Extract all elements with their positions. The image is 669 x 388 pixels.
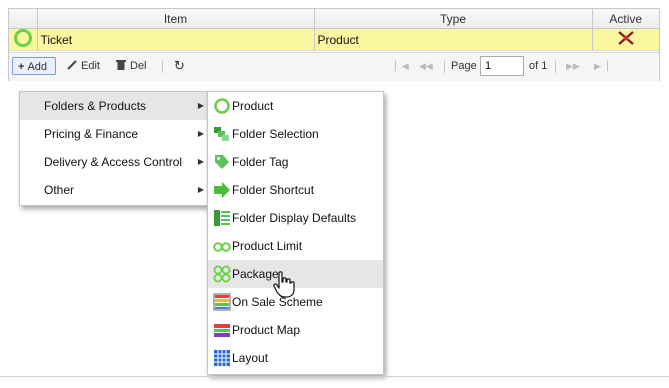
pager-divider (444, 60, 445, 73)
submenu-item-product-map[interactable]: Product Map (208, 316, 383, 344)
column-header-active[interactable]: Active (592, 9, 659, 29)
menu-item-pricing-finance[interactable]: Pricing & Finance ▶ (20, 120, 210, 148)
menu-item-label: Folders & Products (44, 99, 147, 113)
refresh-icon: ↻ (174, 58, 185, 73)
add-button[interactable]: + Add (12, 57, 56, 75)
menu-item-label: Other (44, 183, 75, 197)
submenu-item-label: Product Limit (232, 239, 303, 253)
item-cell[interactable]: Ticket (37, 28, 315, 51)
menu-item-label: Pricing & Finance (44, 127, 139, 141)
add-button-label: Add (27, 61, 48, 73)
arrow-right-icon (214, 182, 230, 198)
menu-item-folders-products[interactable]: Folders & Products ▶ (20, 92, 210, 120)
layout-grid-icon (214, 350, 230, 366)
menu-item-delivery-access[interactable]: Delivery & Access Control ▶ (20, 148, 210, 176)
pager-divider (555, 60, 556, 73)
submenu-item-label: Product Map (232, 323, 301, 337)
submenu-item-label: Package (232, 267, 279, 281)
pencil-icon (67, 60, 77, 70)
select-column-header[interactable] (9, 9, 38, 29)
submenu-item-folder-selection[interactable]: Folder Selection (208, 120, 383, 148)
last-page-icon[interactable]: ▶▕ (594, 57, 608, 75)
submenu-item-layout[interactable]: Layout (208, 344, 383, 372)
refresh-button[interactable]: ↻ (174, 57, 185, 75)
prev-page-icon[interactable]: ◀◀ (419, 57, 433, 75)
submenu-item-folder-display-defaults[interactable]: Folder Display Defaults (208, 204, 383, 232)
edit-button[interactable]: Edit (67, 57, 100, 75)
items-grid: Item Type Active Ticket Product + Add Ed… (8, 8, 660, 81)
submenu-arrow-icon: ▶ (197, 129, 204, 138)
row-status-cell[interactable] (9, 28, 38, 51)
submenu-item-folder-shortcut[interactable]: Folder Shortcut (208, 176, 383, 204)
folders-products-submenu: Product Folder Selection Folder Tag Fold… (207, 91, 384, 375)
grid-toolbar: +Add Edit Del ↻ ▏◀ ◀◀ Page of 1 ▶▶ ▶▕ (9, 52, 659, 81)
submenu-arrow-icon: ▶ (197, 157, 204, 166)
trash-icon (116, 60, 126, 70)
submenu-arrow-icon: ▶ (197, 185, 204, 194)
submenu-arrow-icon: ▶ (197, 101, 204, 110)
column-header-item[interactable]: Item (37, 9, 315, 29)
display-defaults-icon (214, 210, 230, 226)
submenu-item-label: Folder Display Defaults (232, 211, 357, 225)
submenu-item-label: Folder Shortcut (232, 183, 315, 197)
folder-selection-icon (214, 127, 229, 141)
page-label: Page (451, 60, 477, 72)
tag-icon (215, 155, 229, 169)
table-row[interactable]: Ticket Product (9, 28, 659, 51)
quad-ring-icon (213, 265, 231, 283)
active-cell[interactable] (592, 28, 659, 51)
column-header-type[interactable]: Type (314, 9, 593, 29)
toolbar-divider (162, 60, 163, 73)
product-ring-icon (13, 29, 32, 47)
submenu-item-package[interactable]: Package (208, 260, 383, 288)
double-ring-icon (213, 242, 231, 252)
page-bottom-divider (0, 376, 669, 377)
next-page-icon[interactable]: ▶▶ (566, 57, 580, 75)
inactive-x-icon (618, 31, 634, 45)
submenu-item-product[interactable]: Product (208, 92, 383, 120)
add-menu: Folders & Products ▶ Pricing & Finance ▶… (19, 91, 211, 206)
delete-button-label: Del (130, 60, 147, 72)
edit-button-label: Edit (81, 60, 100, 72)
type-cell[interactable]: Product (314, 28, 593, 51)
ring-icon (214, 98, 230, 114)
submenu-item-product-limit[interactable]: Product Limit (208, 232, 383, 260)
menu-item-label: Delivery & Access Control (44, 155, 183, 169)
submenu-item-folder-tag[interactable]: Folder Tag (208, 148, 383, 176)
page-number-input[interactable] (480, 56, 524, 76)
submenu-item-on-sale-scheme[interactable]: On Sale Scheme (208, 288, 383, 316)
submenu-item-label: Layout (232, 351, 269, 365)
hand-cursor-icon (273, 271, 295, 298)
plus-icon: + (18, 61, 25, 73)
page-count: of 1 (529, 60, 548, 72)
scheme-icon (213, 293, 231, 311)
submenu-item-label: Folder Tag (232, 155, 289, 169)
submenu-item-label: Folder Selection (232, 127, 319, 141)
menu-item-other[interactable]: Other ▶ (20, 176, 210, 204)
grid-header-row: Item Type Active (9, 9, 659, 29)
first-page-icon[interactable]: ▏◀ (395, 57, 409, 75)
delete-button[interactable]: Del (116, 57, 147, 75)
submenu-item-label: Product (232, 99, 274, 113)
product-map-icon (214, 324, 230, 337)
